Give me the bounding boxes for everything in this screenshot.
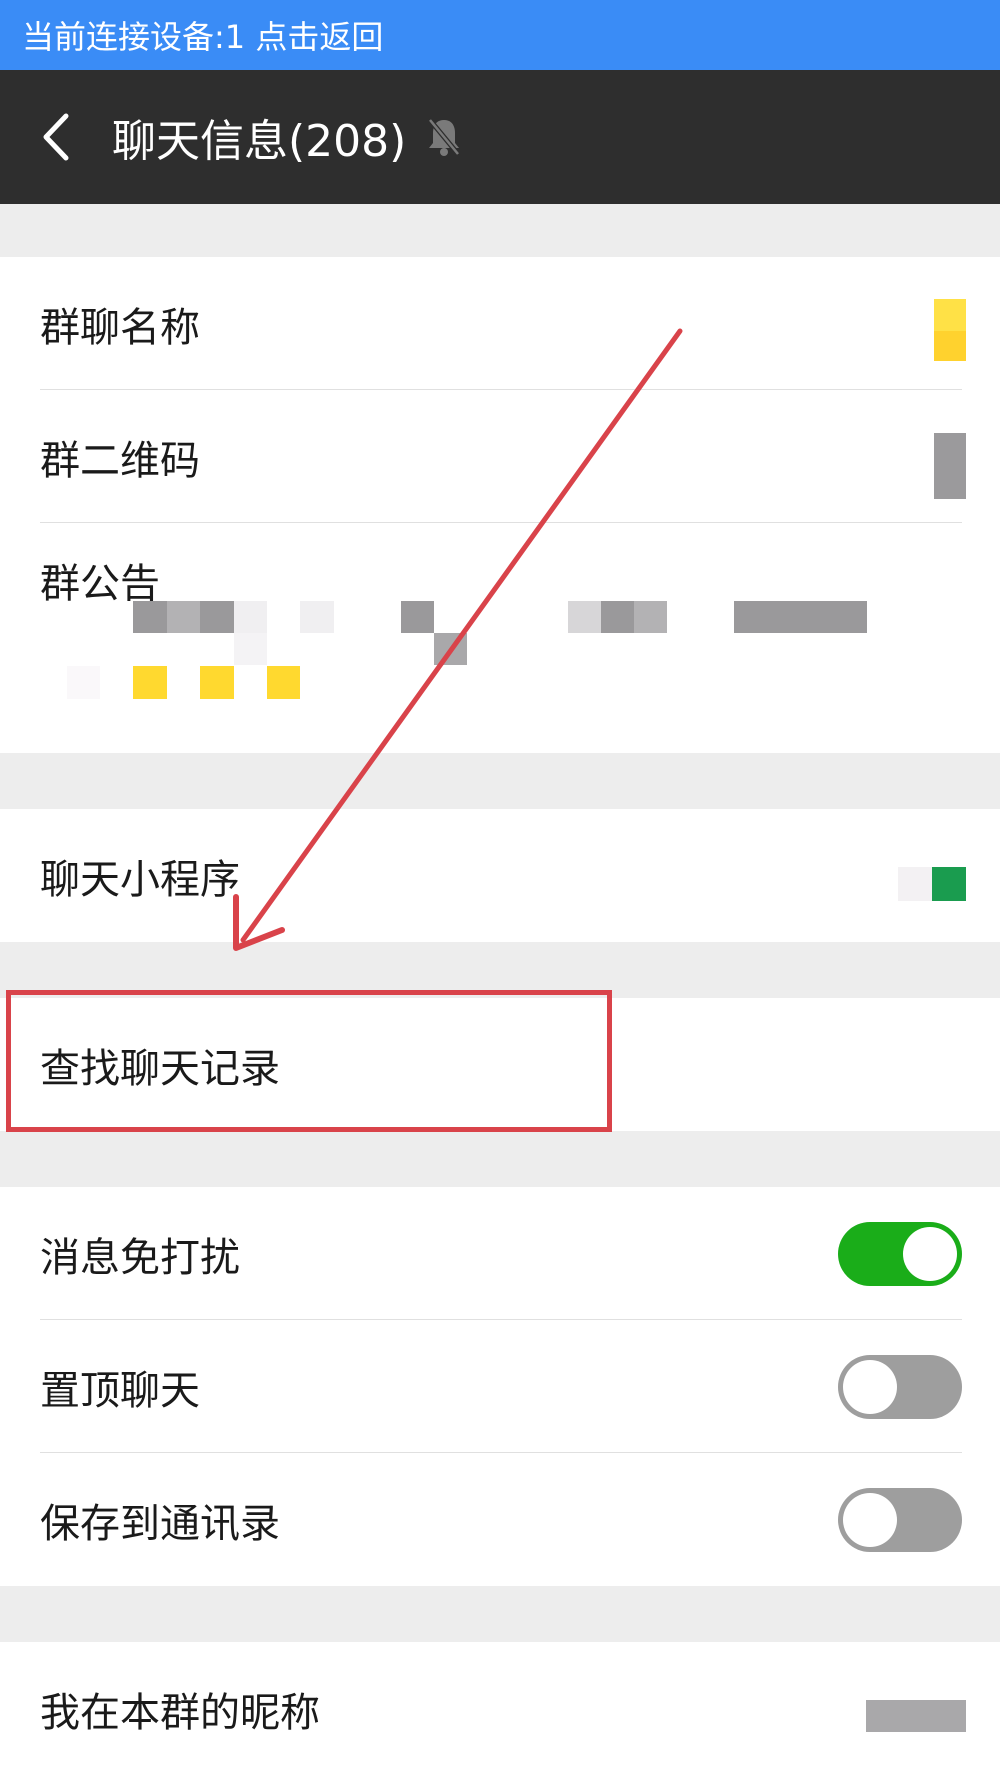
group-info-section: 群聊名称 群二维码 群公告 xyxy=(0,257,1000,753)
group-name-value-redacted-2 xyxy=(934,331,966,361)
connection-status-text: 当前连接设备:1 点击返回 xyxy=(22,18,384,56)
mute-notifications-toggle[interactable] xyxy=(838,1221,962,1286)
group-notice-row[interactable]: 群公告 xyxy=(0,523,1000,753)
mini-program-preview-redacted-2 xyxy=(932,867,966,901)
connection-status-bar[interactable]: 当前连接设备:1 点击返回 xyxy=(0,0,1000,70)
sticky-chat-toggle[interactable] xyxy=(838,1354,962,1419)
group-name-value-redacted xyxy=(934,299,966,331)
group-name-label: 群聊名称 xyxy=(40,304,200,351)
search-chat-history-row[interactable]: 查找聊天记录 xyxy=(0,998,1000,1131)
qrcode-thumbnail-redacted xyxy=(934,433,966,499)
search-chat-history-label: 查找聊天记录 xyxy=(40,1045,280,1092)
group-qrcode-row[interactable]: 群二维码 xyxy=(0,390,1000,523)
save-to-contacts-toggle[interactable] xyxy=(838,1487,962,1552)
my-group-nickname-label: 我在本群的昵称 xyxy=(40,1689,320,1736)
my-group-nickname-row[interactable]: 我在本群的昵称 xyxy=(0,1642,1000,1775)
bell-off-icon xyxy=(424,116,464,158)
toggle-knob xyxy=(843,1359,897,1414)
chat-settings-section: 消息免打扰 置顶聊天 保存到通讯录 xyxy=(0,1187,1000,1586)
mini-program-row[interactable]: 聊天小程序 xyxy=(0,809,1000,942)
back-button[interactable] xyxy=(0,70,110,204)
save-to-contacts-label: 保存到通讯录 xyxy=(40,1500,280,1547)
group-name-row[interactable]: 群聊名称 xyxy=(0,257,1000,390)
toggle-knob xyxy=(903,1226,957,1281)
nickname-section: 我在本群的昵称 xyxy=(0,1642,1000,1778)
sticky-chat-label: 置顶聊天 xyxy=(40,1367,200,1414)
mute-notifications-label: 消息免打扰 xyxy=(40,1234,240,1281)
sticky-chat-row: 置顶聊天 xyxy=(0,1320,1000,1453)
search-history-section: 查找聊天记录 xyxy=(0,998,1000,1131)
mini-program-label: 聊天小程序 xyxy=(40,856,240,903)
page-title: 聊天信息(208) xyxy=(112,116,407,167)
mini-program-section: 聊天小程序 xyxy=(0,809,1000,942)
mini-program-preview-redacted xyxy=(898,867,932,901)
toggle-knob xyxy=(843,1492,897,1547)
group-qrcode-label: 群二维码 xyxy=(40,437,200,484)
nickname-value-redacted xyxy=(866,1700,966,1732)
nav-header: 聊天信息(208) xyxy=(0,70,1000,204)
save-to-contacts-row: 保存到通讯录 xyxy=(0,1453,1000,1586)
chevron-left-icon xyxy=(43,113,69,161)
mute-notifications-row: 消息免打扰 xyxy=(0,1187,1000,1320)
